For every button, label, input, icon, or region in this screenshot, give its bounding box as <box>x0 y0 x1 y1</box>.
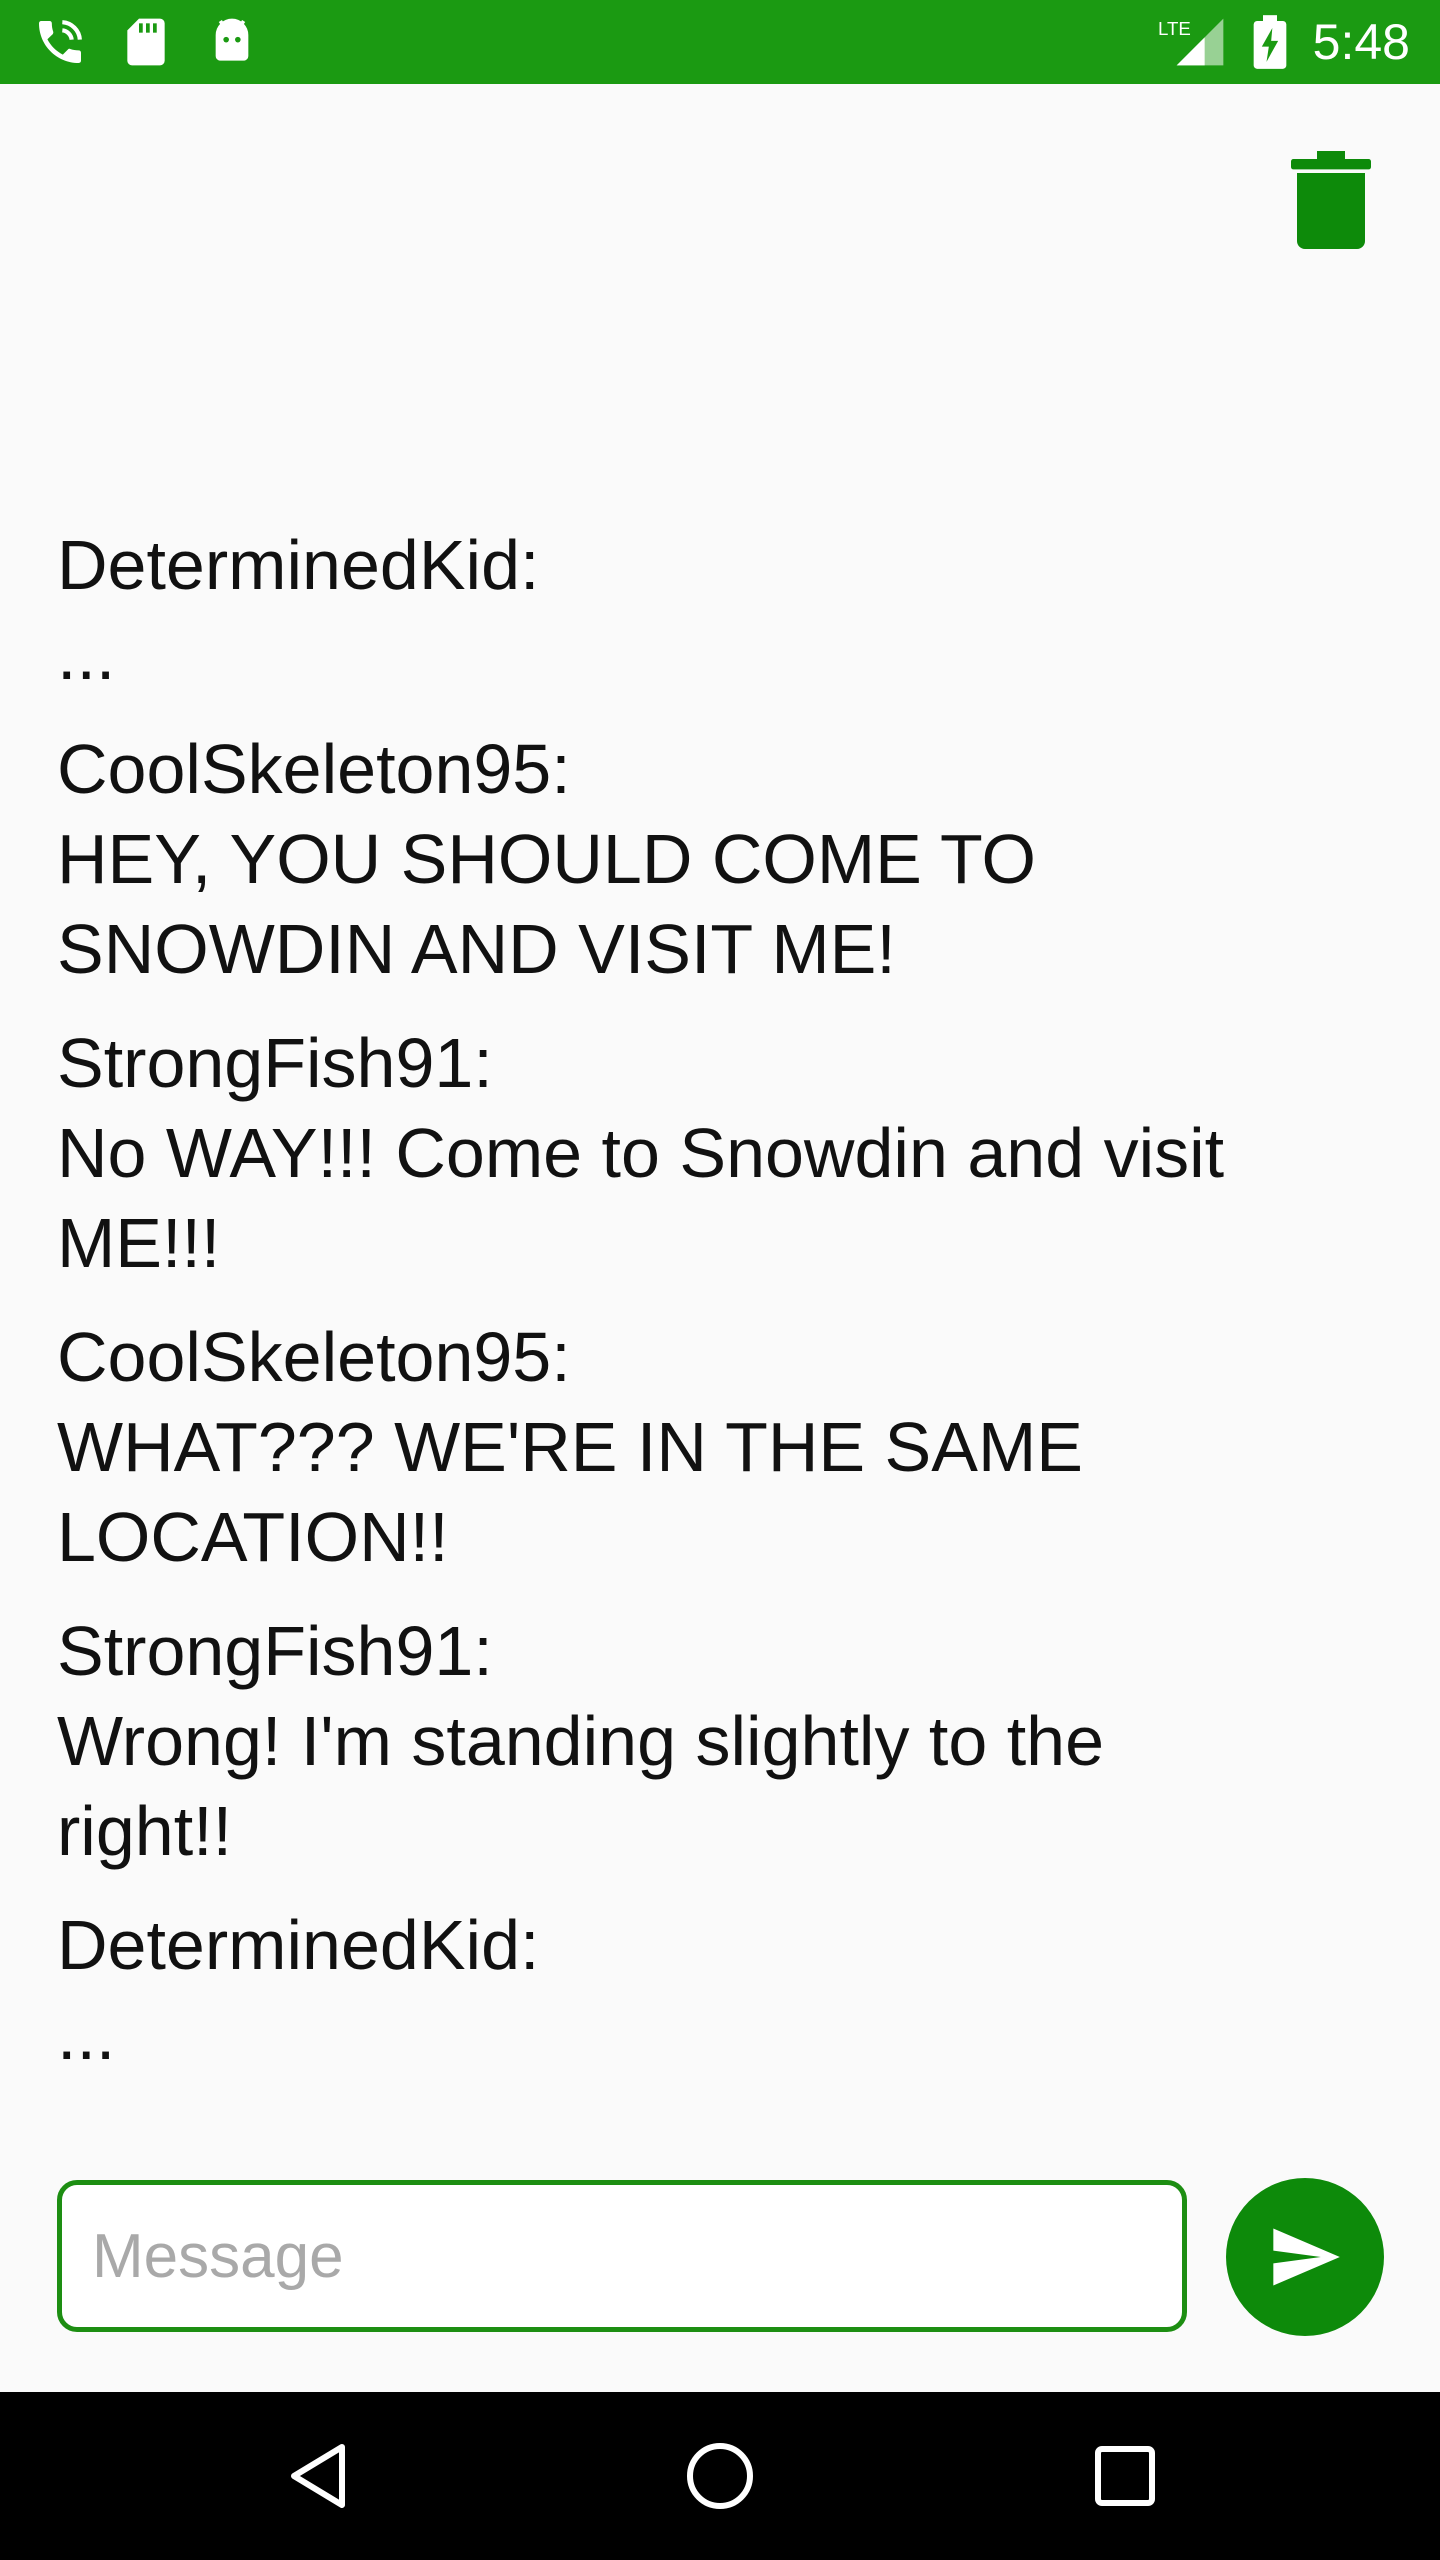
message-item: StrongFish91: Wrong! I'm standing slightl… <box>57 1606 1357 1876</box>
message-sender: StrongFish91: <box>57 1024 493 1102</box>
message-text: ... <box>57 616 116 694</box>
message-text: Wrong! I'm standing slightly to the righ… <box>57 1702 1105 1870</box>
message-text: No WAY!!! Come to Snowdin and visit ME!!… <box>57 1114 1225 1282</box>
recents-icon <box>1095 2446 1155 2506</box>
lte-signal-icon: LTE <box>1158 14 1228 70</box>
battery-charging-icon <box>1248 14 1292 70</box>
home-icon <box>687 2443 753 2509</box>
trash-icon <box>1291 151 1371 249</box>
wifi-calling-icon <box>32 14 88 70</box>
back-button[interactable] <box>268 2426 368 2526</box>
message-sender: CoolSkeleton95: <box>57 1318 571 1396</box>
back-icon <box>291 2444 345 2508</box>
navigation-bar <box>0 2392 1440 2560</box>
message-item: DeterminedKid:... <box>57 1900 1357 2080</box>
message-list[interactable]: DeterminedKid:... CoolSkeleton95: HEY, YOU… <box>57 520 1357 2110</box>
chat-screen: LTE 5:48 DeterminedKid:... CoolSkeleton95… <box>0 0 1440 2560</box>
home-button[interactable] <box>670 2426 770 2526</box>
message-text: WHAT??? WE'RE IN THE SAME LOCATION!! <box>57 1408 1083 1576</box>
sd-card-icon <box>118 14 174 70</box>
status-time: 5:48 <box>1312 14 1410 70</box>
message-item: CoolSkeleton95: WHAT??? WE'RE IN THE SAME… <box>57 1312 1357 1582</box>
message-item: StrongFish91: No WAY!!! Come to Snowdin a… <box>57 1018 1357 1288</box>
message-sender: DeterminedKid: <box>57 1906 540 1984</box>
svg-text:LTE: LTE <box>1158 18 1191 39</box>
android-icon <box>204 14 260 70</box>
delete-button[interactable] <box>1270 140 1392 262</box>
recents-button[interactable] <box>1075 2426 1175 2526</box>
send-icon <box>1273 2228 1340 2286</box>
status-bar: LTE 5:48 <box>0 0 1440 84</box>
message-text: ... <box>57 1996 116 2074</box>
message-sender: StrongFish91: <box>57 1612 493 1690</box>
send-button[interactable] <box>1226 2178 1384 2336</box>
message-text: HEY, YOU SHOULD COME TO SNOWDIN AND VISI… <box>57 820 1036 988</box>
message-input[interactable] <box>92 2185 1152 2327</box>
message-item: CoolSkeleton95: HEY, YOU SHOULD COME TO S… <box>57 724 1357 994</box>
message-sender: DeterminedKid: <box>57 526 540 604</box>
message-item: DeterminedKid:... <box>57 520 1357 700</box>
message-sender: CoolSkeleton95: <box>57 730 571 808</box>
message-input-container <box>57 2180 1187 2332</box>
